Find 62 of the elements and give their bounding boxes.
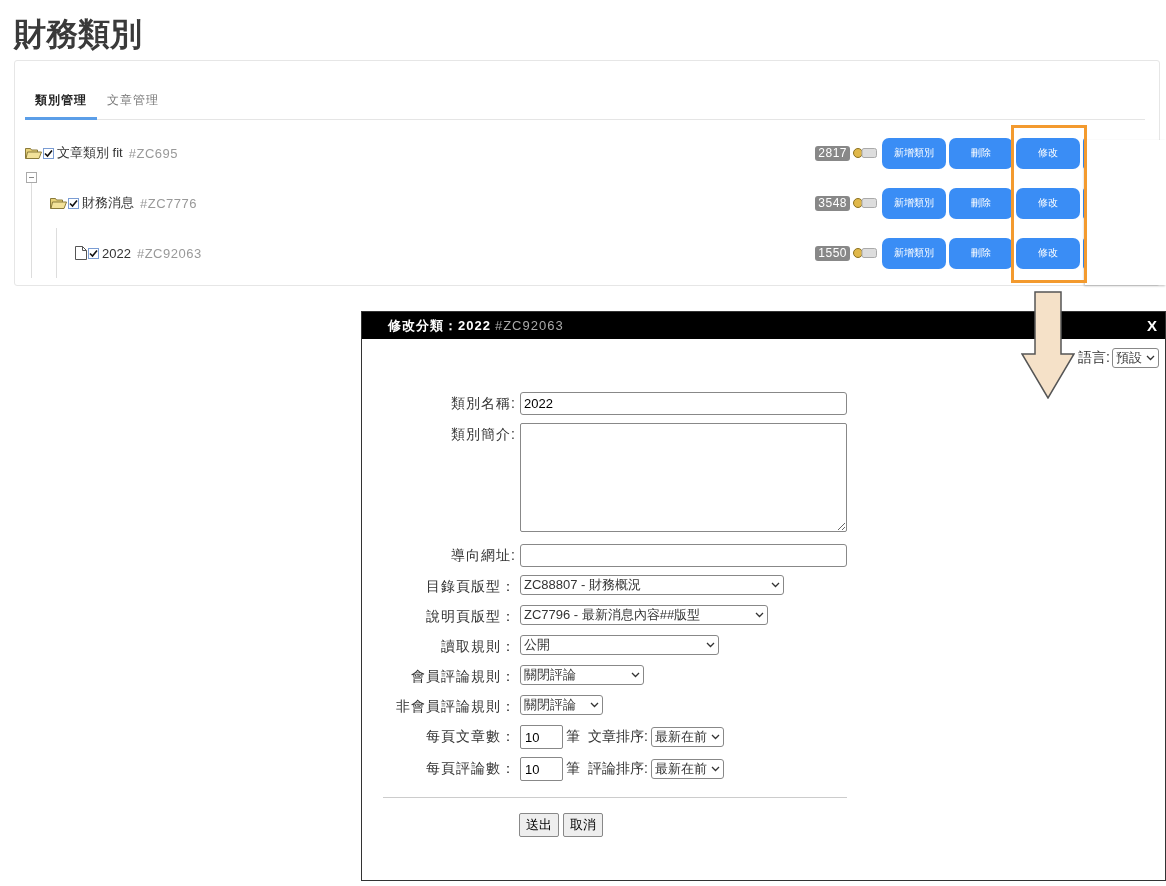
text-field[interactable]: 2022 [520, 392, 847, 415]
checkbox[interactable] [68, 197, 79, 209]
dialog-title: 修改分類：2022 #ZC92063 [388, 316, 564, 335]
field-label: 非會員評論規則： [395, 697, 516, 716]
number-field[interactable]: 10 [520, 757, 563, 781]
chevron-down-icon [590, 702, 599, 708]
page-title: 財務類別 [14, 15, 142, 54]
dropdown[interactable]: 最新在前 [650, 759, 724, 779]
dialog-button[interactable]: 送出 [519, 813, 559, 837]
checkbox[interactable] [88, 247, 99, 259]
go-icon[interactable] [853, 197, 877, 209]
dropdown[interactable]: ZC7796 - 最新消息內容##版型 [520, 605, 768, 625]
article-count: 2817 [815, 145, 850, 161]
field-label: 會員評論規則： [410, 667, 516, 686]
sort-label: 評論排序: [588, 760, 648, 778]
category-code: #ZC695 [128, 145, 178, 161]
dropdown[interactable]: 關閉評論 [520, 665, 644, 685]
file-icon [75, 246, 87, 260]
collapse-icon[interactable] [26, 172, 37, 183]
tab[interactable]: 類別管理 [25, 85, 97, 120]
number-field[interactable]: 10 [520, 725, 563, 749]
dialog-button[interactable]: 取消 [563, 813, 603, 837]
chevron-down-icon [631, 672, 640, 678]
tab[interactable]: 文章管理 [97, 85, 169, 120]
language-label: 語言: [1078, 349, 1110, 367]
article-count: 1550 [815, 245, 850, 261]
field-label: 每頁文章數： [425, 727, 516, 746]
folder-icon [25, 147, 42, 159]
go-icon[interactable] [853, 247, 877, 259]
dropdown[interactable]: ZC88807 - 財務概況 [520, 575, 784, 595]
chevron-down-icon [706, 642, 715, 648]
field-label: 目錄頁版型： [425, 577, 516, 596]
chevron-down-icon [710, 734, 720, 740]
field-label: 類別簡介: [450, 425, 516, 444]
text-field[interactable] [520, 544, 847, 567]
category-name: 文章類別 fit [57, 144, 123, 162]
sort-label: 文章排序: [588, 728, 648, 746]
unit-label: 筆 [566, 728, 580, 746]
dropdown[interactable]: 預設 [1112, 348, 1159, 368]
dropdown[interactable]: 公開 [520, 635, 719, 655]
field-label: 每頁評論數： [425, 759, 516, 778]
folder-icon [50, 197, 67, 209]
dropdown[interactable]: 關閉評論 [520, 695, 603, 715]
field-label: 導向網址: [450, 546, 516, 565]
category-name: 2022 [102, 245, 131, 261]
chevron-down-icon [1146, 355, 1155, 361]
chevron-down-icon [755, 612, 764, 618]
close-button[interactable]: X [1147, 317, 1157, 334]
dropdown[interactable]: 最新在前 [650, 727, 724, 747]
chevron-down-icon [710, 766, 720, 772]
field-label: 類別名稱: [450, 394, 516, 413]
field-label: 讀取規則： [440, 637, 516, 656]
chevron-down-icon [771, 582, 780, 588]
field-label: 說明頁版型： [425, 607, 516, 626]
checkbox[interactable] [43, 147, 54, 159]
unit-label: 筆 [566, 760, 580, 778]
go-icon[interactable] [853, 147, 877, 159]
category-code: #ZC7776 [140, 195, 197, 211]
category-name: 財務消息 [82, 194, 134, 212]
text-area[interactable] [520, 423, 847, 532]
category-code: #ZC92063 [136, 245, 202, 261]
article-count: 3548 [815, 195, 850, 211]
